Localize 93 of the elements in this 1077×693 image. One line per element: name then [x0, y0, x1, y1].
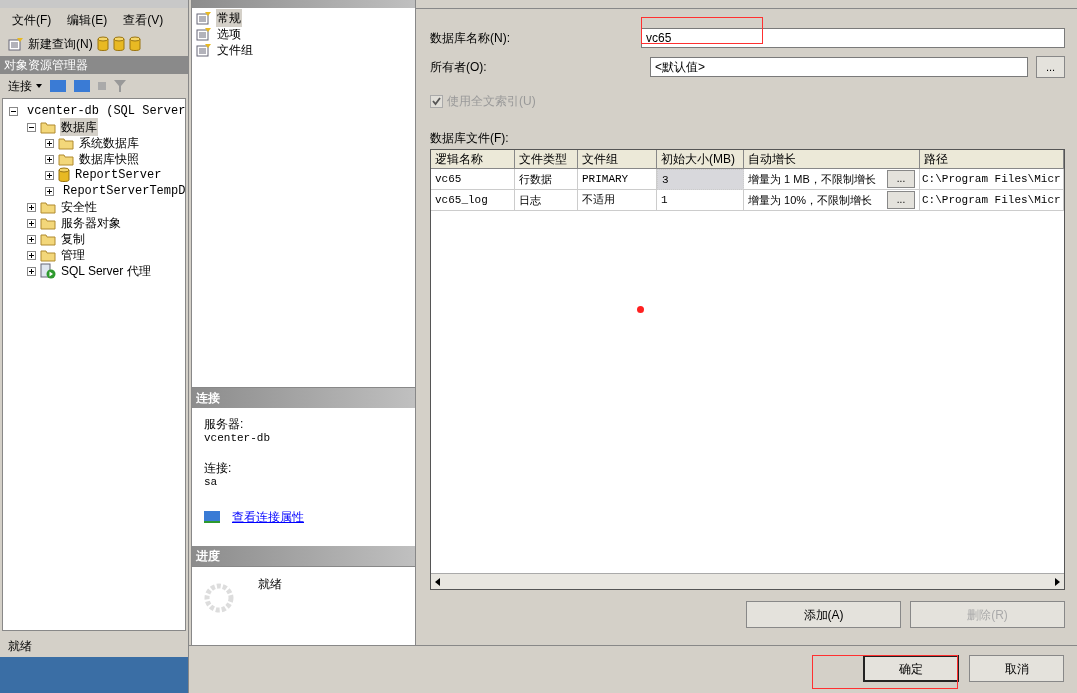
table-cell: PRIMARY — [578, 169, 657, 190]
page-icon — [196, 43, 212, 57]
table-cell: C:\Program Files\Micr — [920, 190, 1064, 211]
page-icon — [8, 37, 24, 51]
tree-item[interactable]: 服务器对象 — [60, 214, 122, 232]
expand-icon[interactable] — [27, 202, 36, 212]
folder-icon — [40, 200, 56, 214]
expand-icon[interactable] — [27, 234, 36, 244]
ok-button[interactable]: 确定 — [863, 655, 959, 682]
folder-icon — [40, 232, 56, 246]
page-item[interactable]: 常规 — [216, 9, 242, 27]
expand-icon[interactable] — [27, 250, 36, 260]
column-header[interactable]: 逻辑名称 — [431, 150, 515, 169]
menu-item[interactable]: 文件(F) — [12, 11, 52, 29]
column-header[interactable]: 初始大小(MB) — [657, 150, 744, 169]
menu-item[interactable]: 查看(V) — [123, 11, 164, 29]
folder-icon — [58, 152, 74, 166]
table-cell: 1 — [657, 190, 744, 211]
tree-item[interactable]: 系统数据库 — [78, 134, 140, 152]
cancel-button[interactable]: 取消 — [969, 655, 1064, 682]
field-label: 连接: — [204, 460, 233, 476]
expand-icon[interactable] — [45, 170, 54, 180]
agent-icon — [40, 263, 56, 279]
tree-item[interactable]: ReportServer — [74, 166, 163, 184]
database-name-field[interactable]: vc65 — [641, 28, 1065, 48]
folder-icon — [40, 216, 56, 230]
field-label: 所有者(O): — [430, 59, 488, 76]
database-icon — [128, 36, 141, 52]
toolbar-icon[interactable] — [128, 36, 141, 52]
expand-icon[interactable] — [45, 186, 54, 196]
tree-item[interactable]: vcenter-db (SQL Server — [26, 102, 185, 120]
expand-icon[interactable] — [45, 138, 54, 148]
page-item[interactable]: 文件组 — [216, 41, 254, 59]
database-icon — [112, 36, 125, 52]
menu-item[interactable]: 编辑(E) — [67, 11, 108, 29]
field-label: 数据库名称(N): — [430, 30, 511, 47]
owner-field[interactable]: <默认值> — [650, 57, 1028, 77]
collapse-icon[interactable] — [27, 122, 36, 132]
tree-item[interactable]: ReportServerTempD — [62, 182, 185, 200]
table-cell: C:\Program Files\Micr — [920, 169, 1064, 190]
field-label: 数据库文件(F): — [430, 131, 510, 145]
server-name: vcenter-db — [204, 432, 271, 444]
caret-icon[interactable] — [36, 84, 42, 88]
field-label: 服务器: — [204, 416, 245, 432]
expand-icon[interactable] — [45, 154, 54, 164]
tree-item[interactable]: 管理 — [60, 246, 86, 264]
checkbox-label: 使用全文索引(U) — [447, 93, 536, 110]
tree-item[interactable]: 数据库快照 — [78, 150, 140, 168]
table-cell: 增量为 1 MB，不限制增长 ... — [744, 169, 920, 190]
column-header[interactable]: 路径 — [920, 150, 1064, 169]
scroll-left-icon[interactable] — [435, 577, 440, 586]
browse-button[interactable]: ... — [887, 191, 915, 209]
table-cell: 日志 — [515, 190, 578, 211]
page-item[interactable]: 选项 — [216, 25, 242, 43]
panel-title: 对象资源管理器 — [0, 56, 188, 74]
database-icon — [58, 167, 70, 183]
table-cell: vc65 — [431, 169, 515, 190]
toolbar-icon[interactable] — [96, 36, 109, 52]
toolbar-icon[interactable] — [112, 36, 125, 52]
expand-icon[interactable] — [27, 218, 36, 228]
collapse-icon[interactable] — [9, 106, 18, 116]
user-name: sa — [204, 476, 219, 488]
status-text: 就绪 — [7, 638, 33, 655]
tree-item[interactable]: SQL Server 代理 — [60, 262, 152, 280]
page-icon — [196, 27, 212, 41]
scroll-right-icon[interactable] — [1055, 577, 1060, 586]
column-header[interactable]: 文件组 — [578, 150, 657, 169]
add-button[interactable]: 添加(A) — [746, 601, 901, 628]
tree-item[interactable]: 安全性 — [60, 198, 98, 216]
table-cell: 3 — [657, 169, 744, 190]
column-header[interactable]: 文件类型 — [515, 150, 578, 169]
expand-icon[interactable] — [27, 266, 36, 276]
table-cell: 行数据 — [515, 169, 578, 190]
new-query-button[interactable]: 新建查询(N) — [8, 35, 93, 53]
folder-icon — [40, 248, 56, 262]
folder-icon — [40, 120, 56, 134]
page-icon — [196, 11, 212, 25]
horizontal-scrollbar[interactable] — [431, 573, 1064, 589]
database-icon — [96, 36, 109, 52]
browse-button[interactable]: ... — [1036, 56, 1065, 78]
tree-item[interactable]: 复制 — [60, 230, 86, 248]
table-cell: vc65_log — [431, 190, 515, 211]
section-header: 连接 — [192, 388, 415, 408]
table-cell: 增量为 10%，不限制增长 ... — [744, 190, 920, 211]
spinner-icon — [204, 583, 234, 613]
tree-item[interactable]: 数据库 — [60, 118, 98, 136]
progress-status: 就绪 — [258, 576, 282, 593]
browse-button[interactable]: ... — [887, 170, 915, 188]
section-header: 进度 — [192, 546, 415, 566]
connection-properties-link[interactable]: 查看连接属性 — [232, 508, 304, 526]
table-cell: 不适用 — [578, 190, 657, 211]
column-header[interactable]: 自动增长 — [744, 150, 920, 169]
connect-button[interactable]: 连接 — [8, 77, 42, 95]
